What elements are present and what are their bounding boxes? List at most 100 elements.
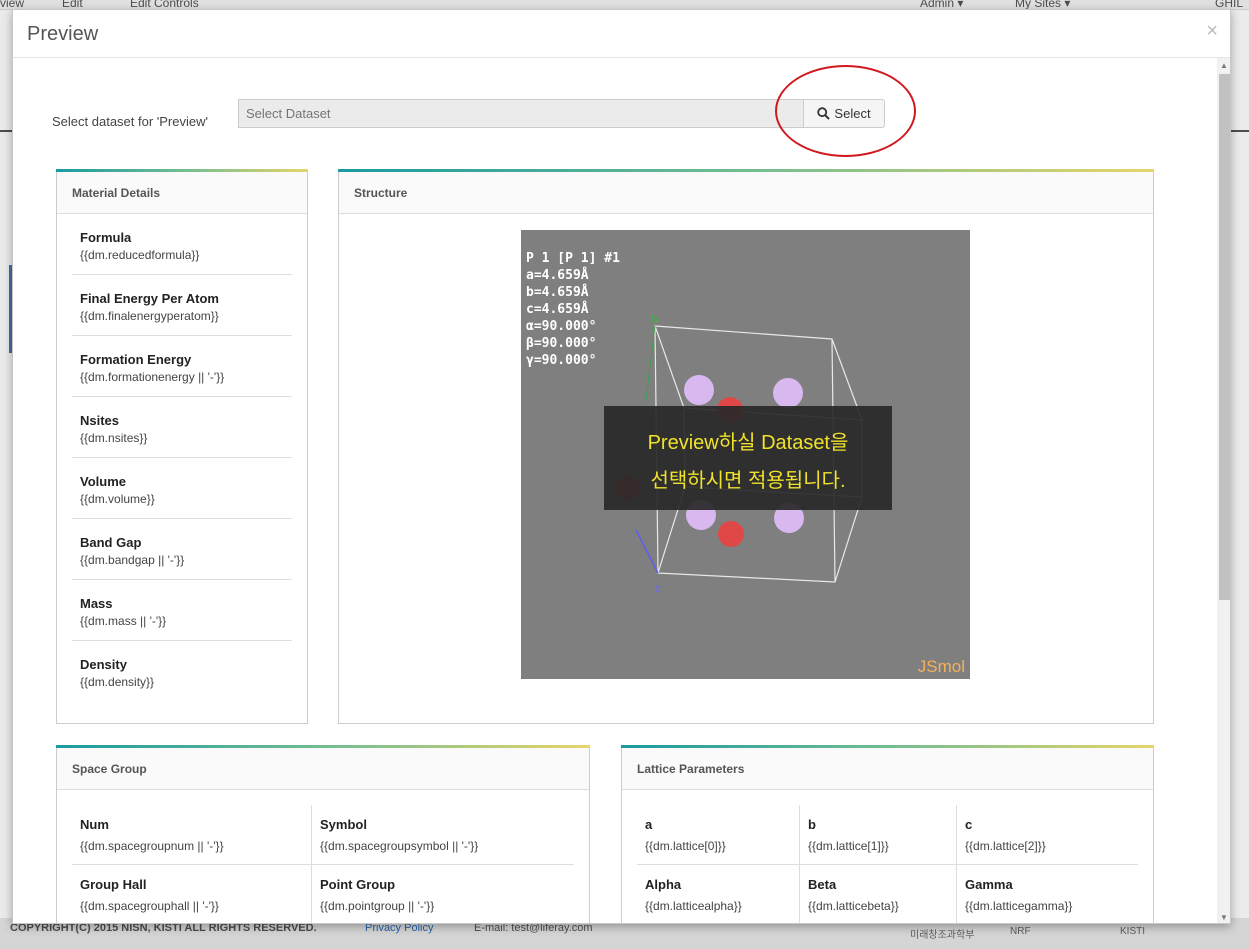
cell-label: Group Hall bbox=[80, 877, 147, 892]
scrollbar-thumb[interactable] bbox=[1219, 74, 1230, 600]
space-group-hall: Group Hall {{dm.spacegrouphall || '-'}} bbox=[72, 865, 312, 923]
info-line: α=90.000° bbox=[526, 319, 597, 334]
lattice-b: b {{dm.lattice[1]}} bbox=[800, 805, 957, 864]
material-details-list: Formula {{dm.reducedformula}} Final Ener… bbox=[57, 214, 307, 702]
info-line: b=4.659Å bbox=[526, 285, 589, 300]
detail-formation-energy: Formation Energy {{dm.formationenergy ||… bbox=[72, 336, 292, 397]
cell-label: a bbox=[645, 817, 653, 832]
lattice-c: c {{dm.lattice[2]}} bbox=[957, 805, 1138, 864]
notice-line: Preview하실 Dataset을 bbox=[647, 432, 849, 454]
footer-logo-msip: 미래창조과학부 bbox=[910, 930, 975, 941]
space-group-num: Num {{dm.spacegroupnum || '-'}} bbox=[72, 805, 312, 864]
detail-mass: Mass {{dm.mass || '-'}} bbox=[72, 580, 292, 641]
close-icon[interactable]: × bbox=[1206, 20, 1218, 43]
scroll-up-icon[interactable]: ▲ bbox=[1220, 61, 1228, 70]
space-group-panel: Space Group Num {{dm.spacegroupnum || '-… bbox=[56, 745, 590, 923]
cell-label: Point Group bbox=[320, 877, 396, 892]
detail-value: {{dm.nsites}} bbox=[80, 431, 148, 445]
lattice-table: a {{dm.lattice[0]}} b {{dm.lattice[1]}} … bbox=[622, 790, 1153, 923]
axis-b-label: b bbox=[651, 312, 658, 326]
jsmol-logo: JSmol bbox=[917, 657, 965, 676]
space-group-symbol: Symbol {{dm.spacegroupsymbol || '-'}} bbox=[312, 805, 574, 864]
info-line: c=4.659Å bbox=[526, 302, 589, 317]
modal-title: Preview bbox=[27, 23, 99, 45]
scroll-down-icon[interactable]: ▼ bbox=[1220, 913, 1228, 922]
table-row: Group Hall {{dm.spacegrouphall || '-'}} … bbox=[72, 865, 574, 923]
material-details-title: Material Details bbox=[57, 172, 307, 214]
detail-label: Volume bbox=[80, 474, 126, 489]
modal-scrollbar[interactable]: ▲ ▼ bbox=[1217, 58, 1230, 923]
detail-label: Nsites bbox=[80, 413, 120, 428]
background-divider bbox=[0, 130, 12, 132]
space-group-title: Space Group bbox=[57, 748, 589, 790]
detail-band-gap: Band Gap {{dm.bandgap || '-'}} bbox=[72, 519, 292, 580]
annotation-ellipse bbox=[775, 65, 916, 157]
detail-label: Density bbox=[80, 657, 127, 672]
modal-header: Preview × bbox=[13, 10, 1230, 58]
detail-value: {{dm.mass || '-'}} bbox=[80, 614, 167, 628]
lattice-a: a {{dm.lattice[0]}} bbox=[637, 805, 800, 864]
detail-value: {{dm.formationenergy || '-'}} bbox=[80, 370, 225, 384]
background-divider bbox=[1231, 130, 1249, 132]
detail-density: Density {{dm.density}} bbox=[72, 641, 292, 702]
jsmol-viewer[interactable]: b c P 1 [P 1] #1 a=4.659Å b=4.659Å c=4.6… bbox=[521, 230, 970, 679]
detail-value: {{dm.volume}} bbox=[80, 492, 155, 506]
detail-final-energy: Final Energy Per Atom {{dm.finalenergype… bbox=[72, 275, 292, 336]
lattice-beta: Beta {{dm.latticebeta}} bbox=[800, 865, 957, 923]
notice-line: 선택하시면 적용됩니다. bbox=[650, 470, 846, 492]
modal-body: Select dataset for 'Preview' Select Mate… bbox=[13, 58, 1216, 923]
cell-label: Alpha bbox=[645, 877, 682, 892]
footer-logo-nrf: NRF bbox=[1010, 926, 1031, 937]
lattice-alpha: Alpha {{dm.latticealpha}} bbox=[637, 865, 800, 923]
detail-value: {{dm.reducedformula}} bbox=[80, 248, 200, 262]
lattice-parameters-title: Lattice Parameters bbox=[622, 748, 1153, 790]
preview-modal: Preview × Select dataset for 'Preview' S… bbox=[12, 9, 1231, 924]
structure-title: Structure bbox=[339, 172, 1153, 214]
cell-value: {{dm.spacegroupnum || '-'}} bbox=[80, 839, 224, 853]
cell-value: {{dm.spacegroupsymbol || '-'}} bbox=[320, 839, 479, 853]
cell-value: {{dm.lattice[0]}} bbox=[645, 839, 726, 853]
detail-formula: Formula {{dm.reducedformula}} bbox=[72, 214, 292, 275]
axis-c-label: c bbox=[655, 581, 661, 595]
unit-cell-info: P 1 [P 1] #1 a=4.659Å b=4.659Å c=4.659Å … bbox=[526, 250, 620, 369]
cell-value: {{dm.lattice[1]}} bbox=[808, 839, 889, 853]
detail-value: {{dm.bandgap || '-'}} bbox=[80, 553, 185, 567]
info-line: β=90.000° bbox=[526, 336, 597, 351]
cell-value: {{dm.latticegamma}} bbox=[965, 899, 1073, 913]
detail-label: Mass bbox=[80, 596, 113, 611]
info-line: γ=90.000° bbox=[526, 353, 597, 368]
cell-label: Num bbox=[80, 817, 109, 832]
lattice-parameters-panel: Lattice Parameters a {{dm.lattice[0]}} b… bbox=[621, 745, 1154, 923]
cell-label: b bbox=[808, 817, 816, 832]
footer-logo-kisti: KISTI bbox=[1120, 926, 1146, 937]
material-details-panel: Material Details Formula {{dm.reducedfor… bbox=[56, 169, 308, 724]
info-line: P 1 [P 1] #1 bbox=[526, 251, 620, 266]
detail-value: {{dm.density}} bbox=[80, 675, 155, 689]
space-group-table: Num {{dm.spacegroupnum || '-'}} Symbol {… bbox=[57, 790, 589, 923]
table-row: Alpha {{dm.latticealpha}} Beta {{dm.latt… bbox=[637, 865, 1138, 923]
detail-label: Formation Energy bbox=[80, 352, 192, 367]
cell-label: c bbox=[965, 817, 973, 832]
cell-value: {{dm.lattice[2]}} bbox=[965, 839, 1046, 853]
cell-value: {{dm.spacegrouphall || '-'}} bbox=[80, 899, 219, 913]
detail-label: Formula bbox=[80, 230, 132, 245]
detail-value: {{dm.finalenergyperatom}} bbox=[80, 309, 219, 323]
cell-label: Beta bbox=[808, 877, 837, 892]
detail-volume: Volume {{dm.volume}} bbox=[72, 458, 292, 519]
select-dataset-notice: Preview하실 Dataset을 선택하시면 적용됩니다. bbox=[604, 406, 892, 510]
info-line: a=4.659Å bbox=[526, 268, 589, 283]
cell-value: {{dm.pointgroup || '-'}} bbox=[320, 899, 435, 913]
cell-label: Gamma bbox=[965, 877, 1013, 892]
dataset-input[interactable] bbox=[238, 99, 803, 128]
cell-label: Symbol bbox=[320, 817, 367, 832]
table-row: a {{dm.lattice[0]}} b {{dm.lattice[1]}} … bbox=[637, 805, 1138, 865]
detail-nsites: Nsites {{dm.nsites}} bbox=[72, 397, 292, 458]
table-row: Num {{dm.spacegroupnum || '-'}} Symbol {… bbox=[72, 805, 574, 865]
cell-value: {{dm.latticebeta}} bbox=[808, 899, 899, 913]
lattice-gamma: Gamma {{dm.latticegamma}} bbox=[957, 865, 1138, 923]
detail-label: Band Gap bbox=[80, 535, 142, 550]
detail-label: Final Energy Per Atom bbox=[80, 291, 219, 306]
dataset-label: Select dataset for 'Preview' bbox=[52, 114, 208, 129]
structure-panel: Structure b c P 1 [P 1] #1 a=4.659Å b=4.… bbox=[338, 169, 1154, 724]
cell-value: {{dm.latticealpha}} bbox=[645, 899, 742, 913]
